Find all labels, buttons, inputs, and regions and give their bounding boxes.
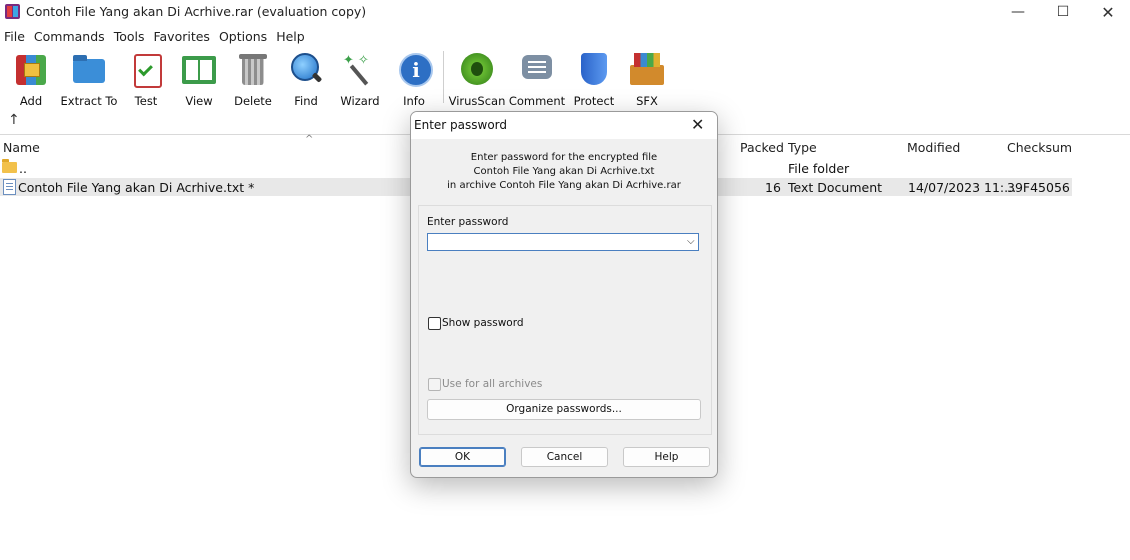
dialog-close-icon[interactable]: ✕ <box>691 115 704 134</box>
add-archive-icon <box>12 51 50 87</box>
find-label: Find <box>294 94 318 108</box>
sfx-button[interactable]: SFX <box>628 48 666 108</box>
add-label: Add <box>19 94 43 108</box>
dialog-message-line-3: in archive Contoh File Yang akan Di Acrh… <box>447 180 681 191</box>
magnifier-icon <box>287 51 325 87</box>
winrar-app-icon <box>5 4 20 19</box>
protect-label: Protect <box>573 94 615 108</box>
test-button[interactable]: Test <box>127 48 165 108</box>
row-type: File folder <box>788 161 850 176</box>
add-button[interactable]: Add <box>12 48 50 108</box>
column-header-type[interactable]: Type <box>788 140 817 155</box>
window-title: Contoh File Yang akan Di Acrhive.rar (ev… <box>26 4 367 19</box>
column-header-modified[interactable]: Modified <box>907 140 960 155</box>
row-name: Contoh File Yang akan Di Acrhive.txt * <box>18 180 255 195</box>
row-checksum: 39F45056 <box>1007 180 1070 195</box>
comment-icon <box>518 51 556 87</box>
find-button[interactable]: Find <box>287 48 325 108</box>
menu-help[interactable]: Help <box>272 26 310 46</box>
extract-to-button[interactable]: Extract To <box>60 48 118 108</box>
dialog-message-line-1: Enter password for the encrypted file <box>470 152 658 163</box>
dialog-message-line-2: Contoh File Yang akan Di Acrhive.txt <box>473 166 655 177</box>
magic-wand-icon <box>341 51 379 87</box>
info-icon <box>395 51 433 87</box>
row-name: .. <box>19 161 27 176</box>
menu-bar: File Commands Tools Favorites Options He… <box>0 26 310 46</box>
enter-password-dialog: Enter password ✕ Enter password for the … <box>410 111 718 478</box>
trash-icon <box>234 51 272 87</box>
extract-to-label: Extract To <box>60 94 118 108</box>
menu-favorites[interactable]: Favorites <box>149 26 214 46</box>
text-file-icon <box>3 179 16 195</box>
show-password-checkbox[interactable] <box>428 317 441 330</box>
column-header-packed[interactable]: Packed <box>740 140 784 155</box>
cancel-button[interactable]: Cancel <box>521 447 608 467</box>
row-type: Text Document <box>788 180 883 195</box>
title-bar: Contoh File Yang akan Di Acrhive.rar (ev… <box>0 0 1130 26</box>
virus-scan-icon <box>458 51 496 87</box>
ok-button[interactable]: OK <box>419 447 506 467</box>
sfx-box-icon <box>628 51 666 87</box>
dialog-title: Enter password <box>414 118 507 132</box>
help-button[interactable]: Help <box>623 447 710 467</box>
view-button[interactable]: View <box>179 48 219 108</box>
organize-passwords-button[interactable]: Organize passwords... <box>427 399 701 420</box>
row-modified: 14/07/2023 11:... <box>908 180 1017 195</box>
menu-tools[interactable]: Tools <box>110 26 150 46</box>
test-checklist-icon <box>127 51 165 88</box>
use-for-all-archives-label: Use for all archives <box>442 378 543 390</box>
wizard-label: Wizard <box>340 94 380 108</box>
shield-icon <box>575 51 613 87</box>
view-book-icon <box>180 51 218 87</box>
password-input[interactable] <box>427 233 699 251</box>
virusscan-button[interactable]: VirusScan <box>448 48 506 108</box>
row-packed: 16 <box>765 180 781 195</box>
minimize-button[interactable]: — <box>996 0 1040 24</box>
menu-options[interactable]: Options <box>215 26 272 46</box>
sfx-label: SFX <box>636 94 658 108</box>
test-label: Test <box>134 94 158 108</box>
column-header-name[interactable]: Name <box>3 140 40 155</box>
use-for-all-archives-checkbox[interactable] <box>428 378 441 391</box>
delete-button[interactable]: Delete <box>233 48 273 108</box>
toolbar: Add Extract To Test View Delete Find Wiz… <box>0 48 1130 110</box>
column-header-checksum[interactable]: Checksum <box>1007 140 1072 155</box>
info-label: Info <box>403 94 425 108</box>
chevron-down-icon[interactable]: ⌵ <box>687 236 695 247</box>
background-panel <box>622 478 1130 560</box>
folder-icon <box>2 159 17 173</box>
dialog-title-bar: Enter password ✕ <box>411 112 717 139</box>
comment-label: Comment <box>508 94 566 108</box>
show-password-label[interactable]: Show password <box>442 317 524 329</box>
menu-commands[interactable]: Commands <box>30 26 110 46</box>
up-one-level-icon[interactable]: ↑ <box>8 112 20 128</box>
sort-ascending-icon: ^ <box>305 134 314 145</box>
delete-label: Delete <box>234 94 272 108</box>
menu-file[interactable]: File <box>0 26 30 46</box>
password-label: Enter password <box>427 216 509 228</box>
view-label: View <box>185 94 213 108</box>
maximize-button[interactable]: ☐ <box>1041 0 1085 24</box>
protect-button[interactable]: Protect <box>573 48 615 108</box>
virusscan-label: VirusScan <box>448 94 506 108</box>
wizard-button[interactable]: Wizard <box>339 48 381 108</box>
extract-folder-icon <box>70 51 108 87</box>
toolbar-separator <box>443 51 444 103</box>
info-button[interactable]: Info <box>395 48 433 108</box>
comment-button[interactable]: Comment <box>509 48 565 108</box>
close-window-button[interactable]: ✕ <box>1086 0 1130 24</box>
